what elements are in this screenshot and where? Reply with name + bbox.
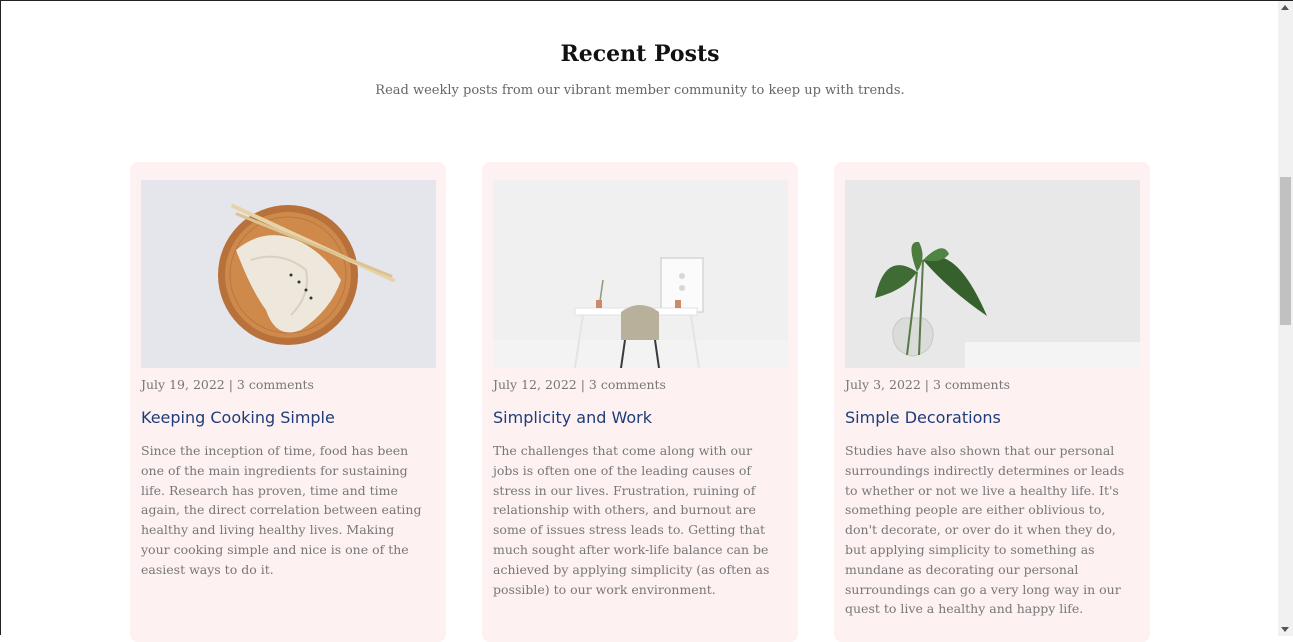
scroll-down-arrow-icon[interactable] xyxy=(1281,627,1289,632)
post-excerpt: Studies have also shown that our persona… xyxy=(845,443,1125,617)
post-title-link[interactable]: Simple Decorations xyxy=(845,408,1001,427)
page: Recent Posts Read weekly posts from our … xyxy=(1,1,1279,642)
post-image-desk[interactable] xyxy=(493,180,788,368)
post-card[interactable]: July 3, 2022 | 3 comments Simple Decorat… xyxy=(834,162,1150,642)
post-title-link[interactable]: Keeping Cooking Simple xyxy=(141,408,335,427)
post-image-dumplings[interactable] xyxy=(141,180,436,368)
post-meta: July 19, 2022 | 3 comments xyxy=(141,377,314,392)
post-card[interactable]: July 19, 2022 | 3 comments Keeping Cooki… xyxy=(130,162,446,642)
post-card[interactable]: July 12, 2022 | 3 comments Simplicity an… xyxy=(482,162,798,642)
post-excerpt: Since the inception of time, food has be… xyxy=(141,443,422,577)
post-meta: July 3, 2022 | 3 comments xyxy=(845,377,1011,392)
post-title-link[interactable]: Simplicity and Work xyxy=(493,408,652,427)
section-subtitle: Read weekly posts from our vibrant membe… xyxy=(375,83,905,98)
post-meta: July 12, 2022 | 3 comments xyxy=(493,377,666,392)
scrollbar-thumb[interactable] xyxy=(1280,177,1291,325)
scroll-up-arrow-icon[interactable] xyxy=(1281,5,1289,10)
section-title: Recent Posts xyxy=(560,41,720,67)
vertical-scrollbar[interactable] xyxy=(1278,1,1293,636)
post-excerpt: The challenges that come along with our … xyxy=(493,443,770,597)
post-image-plant[interactable] xyxy=(845,180,1140,368)
